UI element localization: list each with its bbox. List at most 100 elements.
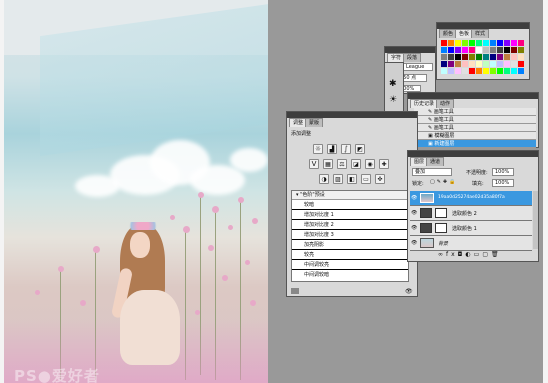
curves-icon[interactable]: ∫ — [341, 144, 351, 154]
color-balance-icon[interactable]: ⚖ — [337, 159, 347, 169]
panel-menu-icon[interactable] — [291, 288, 299, 294]
color-swatch[interactable] — [511, 47, 517, 53]
link-icon[interactable]: ∞ — [438, 251, 446, 258]
color-swatch[interactable] — [469, 68, 475, 74]
swatch-grid[interactable] — [441, 40, 525, 77]
color-swatch[interactable] — [497, 40, 503, 46]
preset-item[interactable]: 增加对比度 2 — [292, 220, 408, 230]
color-swatch[interactable] — [497, 54, 503, 60]
layer-row[interactable]: 👁 背景 — [410, 236, 532, 251]
color-swatch[interactable] — [469, 40, 475, 46]
vibrance-icon[interactable]: V — [309, 159, 319, 169]
color-swatch[interactable] — [504, 40, 510, 46]
gradient-map-icon[interactable]: ▭ — [361, 174, 371, 184]
preset-item[interactable]: 增加对比度 3 — [292, 230, 408, 240]
color-swatch[interactable] — [504, 68, 510, 74]
preset-item[interactable]: 加亮阴影 — [292, 240, 408, 250]
layers-scrollbar[interactable] — [533, 191, 538, 249]
color-swatch[interactable] — [497, 47, 503, 53]
color-swatch[interactable] — [455, 68, 461, 74]
eye-icon[interactable]: 👁 — [411, 195, 417, 201]
color-swatch[interactable] — [441, 54, 447, 60]
color-swatch[interactable] — [455, 61, 461, 67]
preset-item[interactable]: 较亮 — [292, 250, 408, 260]
levels-icon[interactable]: ▟ — [327, 144, 337, 154]
history-item[interactable]: ▣ 模糊图层 — [414, 132, 536, 140]
color-swatch[interactable] — [497, 68, 503, 74]
color-swatch[interactable] — [483, 40, 489, 46]
tab-actions[interactable]: 动作 — [436, 99, 455, 108]
blend-mode-select[interactable]: 叠加 — [412, 168, 452, 176]
color-swatch[interactable] — [518, 68, 524, 74]
preset-item[interactable]: 较暗 — [292, 200, 408, 210]
hue-saturation-icon[interactable]: ▦ — [323, 159, 333, 169]
color-swatch[interactable] — [441, 40, 447, 46]
color-swatch[interactable] — [448, 47, 454, 53]
color-swatch[interactable] — [455, 40, 461, 46]
color-swatch[interactable] — [511, 61, 517, 67]
eye-icon[interactable]: 👁 — [411, 225, 417, 231]
lock-icons[interactable]: ▢✎✚🔒 — [430, 179, 457, 185]
preset-item[interactable]: 中间调较亮 — [292, 260, 408, 270]
color-swatch[interactable] — [497, 61, 503, 67]
history-item-selected[interactable]: ▣ 新建图层 — [414, 140, 536, 148]
threshold-icon[interactable]: ◧ — [347, 174, 357, 184]
sun-icon[interactable]: ☀ — [389, 95, 397, 105]
color-swatch[interactable] — [504, 61, 510, 67]
color-swatch[interactable] — [441, 61, 447, 67]
color-swatch[interactable] — [518, 47, 524, 53]
history-item[interactable]: ✎ 画笔工具 — [414, 124, 536, 132]
tab-paragraph[interactable]: 段落 — [403, 53, 422, 62]
black-white-icon[interactable]: ◪ — [351, 159, 361, 169]
color-swatch[interactable] — [483, 61, 489, 67]
color-swatch[interactable] — [462, 61, 468, 67]
layer-row[interactable]: 👁 选取颜色 2 — [410, 206, 532, 221]
opacity-field[interactable]: 100% — [492, 168, 514, 176]
adjustment-icon[interactable]: ◐ — [465, 251, 473, 258]
layer-row-selected[interactable]: 👁 19aa0d25274ae02d35a80f7a — [410, 191, 532, 206]
color-swatch[interactable] — [518, 40, 524, 46]
photo-filter-icon[interactable]: ◉ — [365, 159, 375, 169]
exposure-icon[interactable]: ◩ — [355, 144, 365, 154]
eye-icon[interactable]: 👁 — [411, 240, 417, 246]
fill-field[interactable]: 100% — [492, 179, 514, 187]
color-swatch[interactable] — [504, 54, 510, 60]
color-swatch[interactable] — [490, 40, 496, 46]
brightness-icon[interactable]: ☼ — [313, 144, 323, 154]
color-swatch[interactable] — [462, 54, 468, 60]
color-swatch[interactable] — [518, 61, 524, 67]
history-item[interactable]: ✎ 画笔工具 — [414, 116, 536, 124]
posterize-icon[interactable]: ▨ — [333, 174, 343, 184]
color-swatch[interactable] — [490, 61, 496, 67]
color-swatch[interactable] — [455, 47, 461, 53]
tab-channels[interactable]: 通道 — [426, 157, 445, 166]
color-swatch[interactable] — [448, 61, 454, 67]
color-swatch[interactable] — [490, 68, 496, 74]
asterisk-icon[interactable]: ✱ — [389, 79, 397, 89]
color-swatch[interactable] — [483, 68, 489, 74]
layer-row[interactable]: 👁 选取颜色 1 — [410, 221, 532, 236]
color-swatch[interactable] — [483, 47, 489, 53]
tab-history[interactable]: 历史记录 — [410, 99, 439, 108]
color-swatch[interactable] — [462, 40, 468, 46]
color-swatch[interactable] — [448, 68, 454, 74]
color-swatch[interactable] — [476, 61, 482, 67]
color-swatch[interactable] — [476, 54, 482, 60]
selective-color-icon[interactable]: ✜ — [375, 174, 385, 184]
preset-item[interactable]: 中间调较暗 — [292, 270, 408, 279]
color-swatch[interactable] — [462, 68, 468, 74]
color-swatch[interactable] — [490, 54, 496, 60]
color-swatch[interactable] — [448, 40, 454, 46]
color-swatch[interactable] — [511, 54, 517, 60]
invert-icon[interactable]: ◑ — [319, 174, 329, 184]
color-swatch[interactable] — [483, 54, 489, 60]
color-swatch[interactable] — [469, 47, 475, 53]
channel-mixer-icon[interactable]: ✚ — [379, 159, 389, 169]
color-swatch[interactable] — [518, 54, 524, 60]
color-swatch[interactable] — [469, 54, 475, 60]
color-swatch[interactable] — [448, 54, 454, 60]
color-swatch[interactable] — [511, 68, 517, 74]
color-swatch[interactable] — [476, 47, 482, 53]
color-swatch[interactable] — [441, 68, 447, 74]
tab-masks[interactable]: 蒙版 — [305, 118, 324, 127]
